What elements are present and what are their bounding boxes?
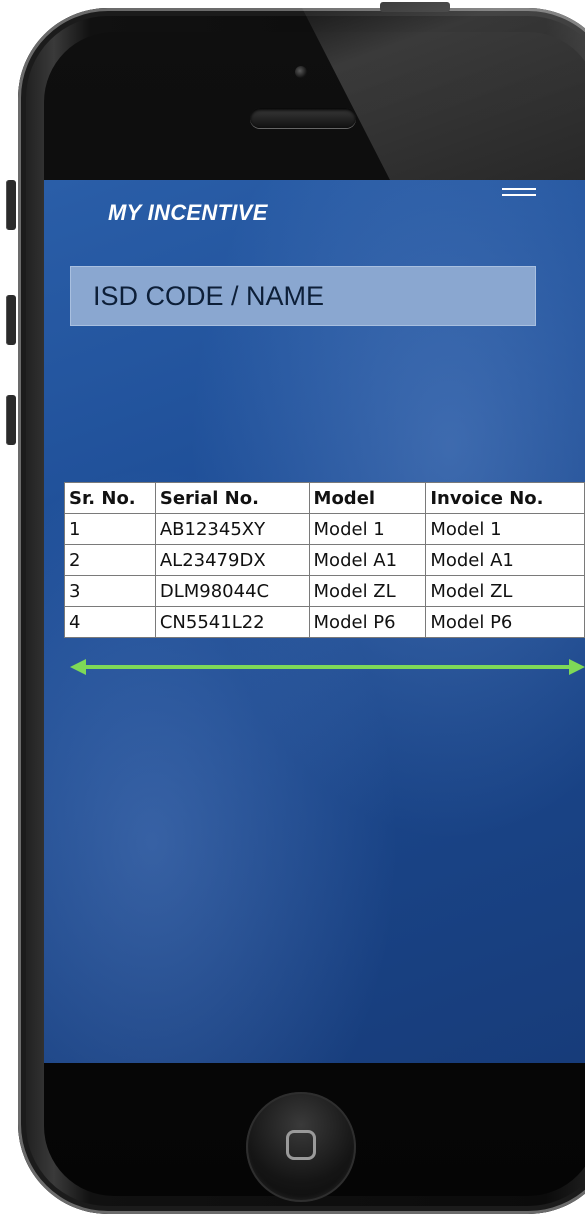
volume-up-button [6,295,16,345]
cell-invoice-no: Model ZL [425,575,585,607]
cell-serial-no: DLM98044C [154,575,310,607]
table-row[interactable]: 2 AL23479DX Model A1 Model A1 [64,544,585,576]
cell-serial-no: CN5541L22 [154,606,310,638]
isd-code-search-input[interactable] [70,266,536,326]
double-headed-arrow-icon[interactable] [70,658,585,676]
column-header-sr-no[interactable]: Sr. No. [64,482,156,514]
table-row[interactable]: 4 CN5541L22 Model P6 Model P6 [64,606,585,638]
cell-sr-no: 3 [64,575,156,607]
cell-serial-no: AB12345XY [154,513,310,545]
cell-invoice-no: Model A1 [425,544,585,576]
column-header-invoice-no[interactable]: Invoice No. [425,482,585,514]
cell-sr-no: 2 [64,544,156,576]
app-screen: MY INCENTIVE Sr. No. Serial No. Model In… [44,180,585,1063]
cell-sr-no: 1 [64,513,156,545]
column-header-model[interactable]: Model [308,482,427,514]
cell-sr-no: 4 [64,606,156,638]
home-button[interactable] [246,1092,356,1202]
menu-line [502,194,536,196]
volume-down-button [6,395,16,445]
arrow-head-left [70,659,86,675]
column-header-serial-no[interactable]: Serial No. [154,482,310,514]
app-title: MY INCENTIVE [108,200,268,225]
table-row[interactable]: 1 AB12345XY Model 1 Model 1 [64,513,585,545]
cell-model: Model A1 [308,544,427,576]
cell-serial-no: AL23479DX [154,544,310,576]
home-square-icon [286,1130,316,1160]
table-row[interactable]: 3 DLM98044C Model ZL Model ZL [64,575,585,607]
front-camera-icon [295,66,307,78]
arrow-head-right [569,659,585,675]
hamburger-menu-icon[interactable] [502,188,536,204]
phone-mockup: MY INCENTIVE Sr. No. Serial No. Model In… [0,0,585,1222]
cell-model: Model ZL [308,575,427,607]
incentive-table: Sr. No. Serial No. Model Invoice No. 1 A… [64,482,585,638]
cell-model: Model 1 [308,513,427,545]
power-button [380,2,450,12]
cell-invoice-no: Model 1 [425,513,585,545]
menu-line [502,188,536,190]
cell-invoice-no: Model P6 [425,606,585,638]
cell-model: Model P6 [308,606,427,638]
earpiece-speaker [250,108,356,128]
mute-switch [6,180,16,230]
table-header-row: Sr. No. Serial No. Model Invoice No. [64,482,585,514]
